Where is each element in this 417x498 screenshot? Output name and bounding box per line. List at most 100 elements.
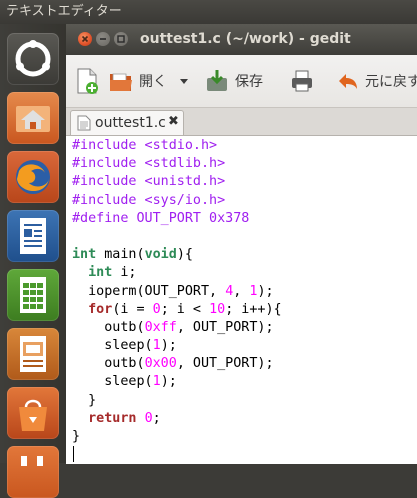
home-folder-launcher[interactable] [7, 92, 59, 144]
minimize-icon [100, 38, 106, 40]
code-token: (i = [112, 301, 153, 317]
code-token: #define OUT_PORT 0x378 [72, 210, 250, 226]
toolbar: 開く 保存 元に戻す [66, 55, 417, 108]
code-token: ioperm(OUT_PORT, [72, 283, 226, 299]
code-token: , OUT_PORT); [176, 356, 274, 372]
code-line: #include <unistd.h> [72, 173, 282, 191]
code-token: 1 [152, 338, 161, 354]
print-button[interactable] [289, 64, 315, 98]
code-token: , OUT_PORT); [176, 319, 274, 335]
code-token: #include <sys/io.h> [72, 192, 226, 208]
code-token: main( [96, 247, 145, 263]
code-token: outb( [72, 319, 145, 335]
code-line: } [72, 428, 282, 446]
open-button[interactable]: 開く [108, 64, 167, 98]
tab-bar: outtest1.c ✖ [66, 108, 417, 136]
code-line: outb(0x00, OUT_PORT); [72, 355, 282, 373]
writer-launcher[interactable] [7, 210, 59, 262]
code-line: sleep(1); [72, 373, 282, 391]
close-button[interactable] [78, 32, 92, 46]
code-line: return 0; [72, 410, 282, 428]
code-token: for [88, 301, 113, 317]
code-area: #include <stdio.h> #include <stdlib.h> #in… [72, 137, 282, 446]
code-token: #include <stdlib.h> [72, 156, 226, 172]
code-token: int [72, 247, 97, 263]
code-token: 0 [144, 410, 153, 426]
save-icon [207, 70, 227, 91]
code-line: #define OUT_PORT 0x378 [72, 210, 282, 228]
minimize-button[interactable] [96, 32, 110, 46]
firefox-icon [16, 160, 50, 194]
code-token: sleep( [72, 338, 153, 354]
maximize-icon [117, 35, 125, 43]
new-button[interactable] [74, 64, 100, 98]
code-line: sleep(1); [72, 337, 282, 355]
recent-files-dropdown[interactable] [178, 64, 190, 98]
ubuntu-one-icon [21, 456, 43, 466]
tab-outtest1-c[interactable]: outtest1.c ✖ [70, 110, 184, 136]
code-token: 0x00 [144, 356, 177, 372]
code-token: sleep( [72, 374, 153, 390]
tab-label: outtest1.c [95, 115, 166, 131]
code-token: ; i < [160, 301, 210, 317]
code-token: i; [112, 265, 137, 281]
code-line: int i; [72, 264, 282, 282]
app-name: テキストエディター [6, 4, 122, 19]
code-token: 1 [152, 374, 161, 390]
home-folder-icon [16, 106, 50, 132]
open-label: 開く [139, 74, 167, 90]
printer-icon [292, 70, 312, 92]
code-token: void [144, 247, 177, 263]
code-token: , [233, 283, 250, 299]
close-icon [81, 35, 89, 43]
code-line: #include <stdio.h> [72, 137, 282, 155]
code-line: } [72, 392, 282, 410]
code-token: 10 [209, 301, 226, 317]
text-editor[interactable]: #include <stdio.h> #include <stdlib.h> #in… [66, 135, 417, 464]
shopping-bag-icon [19, 399, 47, 431]
ubuntu-one-launcher[interactable] [7, 446, 59, 498]
presentation-icon [20, 336, 46, 372]
code-token: #include <stdio.h> [72, 138, 218, 153]
save-label: 保存 [235, 74, 263, 90]
tab-close-icon[interactable]: ✖ [168, 114, 179, 129]
code-token: 0 [152, 301, 161, 317]
launcher [0, 24, 67, 498]
undo-button[interactable]: 元に戻す [336, 64, 417, 98]
code-line: int main(void){ [72, 246, 282, 264]
code-line: ioperm(OUT_PORT, 4, 1); [72, 283, 282, 301]
code-line: for(i = 0; i < 10; i++){ [72, 301, 282, 319]
calc-launcher[interactable] [7, 269, 59, 321]
new-document-icon [77, 68, 98, 94]
code-line: outb(0xff, OUT_PORT); [72, 319, 282, 337]
code-token: ){ [176, 247, 193, 263]
code-token: int [88, 265, 113, 281]
code-line: #include <sys/io.h> [72, 192, 282, 210]
save-button[interactable]: 保存 [204, 64, 263, 98]
impress-launcher[interactable] [7, 328, 59, 380]
code-token: } [72, 392, 97, 408]
code-token: return [88, 410, 137, 426]
code-token: #include <unistd.h> [72, 174, 226, 190]
code-token: ); [160, 374, 177, 390]
top-panel: テキストエディター [0, 0, 417, 24]
maximize-button[interactable] [114, 32, 128, 46]
code-token: ); [257, 283, 274, 299]
window-title: outtest1.c (~/work) - gedit [140, 31, 351, 47]
spreadsheet-icon [20, 277, 46, 313]
title-bar[interactable]: outtest1.c (~/work) - gedit [66, 24, 417, 55]
code-token: ); [160, 338, 177, 354]
document-icon [20, 218, 46, 254]
gedit-window: outtest1.c (~/work) - gedit 開く 保存 元に戻す o… [66, 24, 417, 464]
chevron-down-icon [180, 79, 188, 84]
firefox-launcher[interactable] [7, 151, 59, 203]
code-token: 0xff [144, 319, 177, 335]
dash-home-button[interactable] [7, 33, 59, 85]
software-center-launcher[interactable] [7, 387, 59, 439]
code-token: ; i++){ [225, 301, 282, 317]
